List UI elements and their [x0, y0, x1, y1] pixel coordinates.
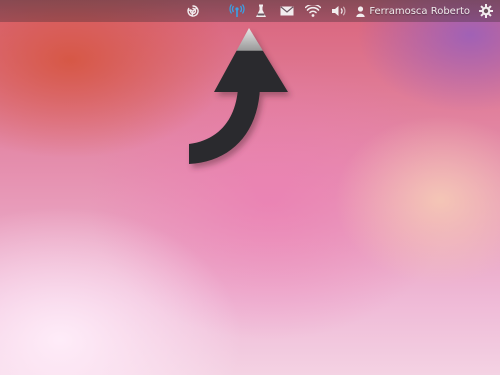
broadcast-antenna-icon[interactable] — [226, 0, 248, 22]
desktop-background: Ferramosca Roberto — [0, 0, 500, 375]
person-icon — [356, 5, 366, 17]
spiral-app-icon[interactable] — [182, 0, 204, 22]
user-name-label: Ferramosca Roberto — [369, 5, 470, 17]
flask-icon[interactable] — [248, 0, 274, 22]
envelope-icon[interactable] — [274, 0, 300, 22]
user-menu[interactable]: Ferramosca Roberto — [352, 0, 476, 22]
gear-power-icon[interactable] — [476, 0, 496, 22]
top-panel: Ferramosca Roberto — [0, 0, 500, 22]
wifi-icon[interactable] — [300, 0, 326, 22]
curved-up-arrow-icon — [180, 26, 300, 180]
speaker-volume-icon[interactable] — [326, 0, 352, 22]
